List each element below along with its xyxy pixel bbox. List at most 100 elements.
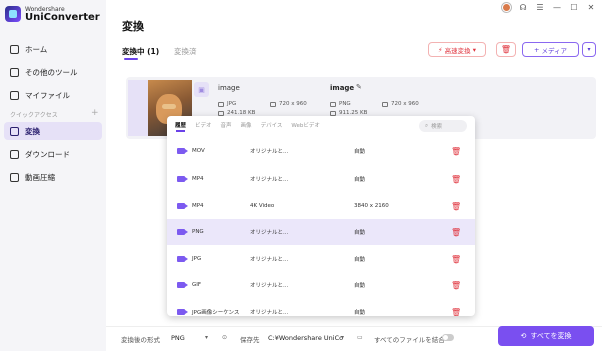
resolution-icon <box>270 101 276 107</box>
convert-all-button[interactable]: ⟲ すべてを変換 <box>498 326 594 346</box>
headset-icon[interactable]: ☊ <box>518 2 528 12</box>
tab-audio[interactable]: 音声 <box>221 121 232 129</box>
input-resolution: 720 x 960 <box>279 101 307 107</box>
format-name: MOV <box>192 148 205 154</box>
search-placeholder: 検索 <box>431 124 443 130</box>
page-title: 変換 <box>122 20 144 33</box>
sidebar: Wondershare UniConverter ホーム その他のツール マイフ… <box>0 0 106 351</box>
merge-files-label: すべてのファイルを結合 <box>374 336 445 344</box>
download-icon <box>10 149 19 159</box>
format-icon <box>330 101 336 107</box>
add-quick-access-icon[interactable]: + <box>91 108 99 118</box>
high-speed-label: 高速変換 <box>444 46 471 55</box>
trash-icon[interactable]: 🗑 <box>451 308 461 317</box>
format-quality: オリジナルと... <box>250 177 289 183</box>
format-row[interactable]: MOV オリジナルと... 自動 🗑 <box>167 138 475 164</box>
trash-icon[interactable]: 🗑 <box>451 202 461 211</box>
format-tabs: 履歴 ビデオ 音声 画像 デバイス Webビデオ <box>175 121 320 129</box>
search-icon: ⌕ <box>425 122 429 129</box>
format-icon <box>218 101 224 107</box>
output-resolution: 720 x 960 <box>391 101 419 107</box>
brand-main: UniConverter <box>25 12 100 23</box>
sidebar-item-myfiles[interactable]: マイファイル <box>4 86 102 104</box>
tab-history[interactable]: 履歴 <box>175 121 186 129</box>
size-icon <box>330 110 336 116</box>
format-name: MP4 <box>192 176 204 182</box>
format-name: GIF <box>192 282 202 288</box>
trash-icon[interactable]: 🗑 <box>451 175 461 184</box>
video-format-icon <box>177 176 188 182</box>
format-row[interactable]: GIF オリジナルと... 自動 🗑 <box>167 272 475 298</box>
folder-icon <box>10 90 19 100</box>
sidebar-item-label: マイファイル <box>25 90 70 100</box>
format-quality: オリジナルと... <box>250 310 289 316</box>
input-format: JPG <box>227 101 237 107</box>
open-folder-icon[interactable]: ▭ <box>357 334 363 341</box>
tab-device[interactable]: デバイス <box>261 121 283 129</box>
chevron-down-icon[interactable]: ▾ <box>341 334 344 341</box>
format-resolution: 自動 <box>354 310 366 316</box>
format-row[interactable]: JPG画像シーケンス オリジナルと... 自動 🗑 <box>167 299 475 316</box>
format-name: JPG画像シーケンス <box>192 310 240 316</box>
convert-icon: ⟲ <box>520 332 527 340</box>
high-speed-button[interactable]: ⚡ 高速変換 ▾ <box>428 42 486 57</box>
delete-all-button[interactable]: 🗑 <box>496 42 516 57</box>
merge-files-toggle[interactable] <box>442 334 454 341</box>
lightning-icon: ⚡ <box>438 45 443 54</box>
video-format-icon <box>177 203 188 209</box>
sidebar-item-home[interactable]: ホーム <box>4 40 102 58</box>
plus-icon: + <box>533 45 540 54</box>
minimize-icon[interactable]: — <box>552 2 562 12</box>
sidebar-item-convert[interactable]: 変換 <box>4 122 102 140</box>
save-location-path[interactable]: C:¥Wondershare UniCo <box>268 334 343 342</box>
maximize-icon[interactable]: ☐ <box>569 2 579 12</box>
toolbox-icon <box>10 67 19 77</box>
sidebar-item-tools[interactable]: その他のツール <box>4 63 102 81</box>
avatar[interactable] <box>502 2 511 12</box>
tab-video[interactable]: ビデオ <box>195 121 212 129</box>
add-media-button[interactable]: + メディア <box>522 42 579 57</box>
chevron-down-icon: ▾ <box>472 45 476 54</box>
save-location-label: 保存先 <box>240 336 260 344</box>
output-format-meta: PNG <box>330 101 351 107</box>
output-file-name: image <box>330 84 355 92</box>
settings-icon[interactable]: ⊙ <box>222 334 227 341</box>
tab-image[interactable]: 画像 <box>241 121 252 129</box>
image-format-icon <box>177 309 188 315</box>
compress-icon <box>10 172 19 182</box>
format-name: JPG <box>192 256 202 262</box>
convert-icon <box>10 126 19 136</box>
add-media-dropdown[interactable]: ▾ <box>582 42 596 57</box>
chevron-down-icon[interactable]: ▾ <box>205 334 208 341</box>
sidebar-item-download[interactable]: ダウンロード <box>4 145 102 163</box>
input-format-meta: JPG <box>218 101 236 107</box>
format-row-selected[interactable]: PNG オリジナルと... 自動 🗑 <box>167 219 475 245</box>
tab-web-video[interactable]: Webビデオ <box>291 121 320 129</box>
video-format-icon <box>177 148 188 154</box>
format-search-input[interactable]: ⌕ 検索 <box>419 120 467 132</box>
menu-icon[interactable]: ☰ <box>535 2 545 12</box>
sidebar-item-label: ダウンロード <box>25 149 70 159</box>
thumbnail-bg <box>128 80 148 136</box>
close-icon[interactable]: ✕ <box>586 2 596 12</box>
app-logo-icon <box>5 6 21 22</box>
output-format-select[interactable]: PNG <box>171 334 185 342</box>
trash-icon[interactable]: 🗑 <box>451 281 461 290</box>
format-row[interactable]: MP4 オリジナルと... 自動 🗑 <box>167 166 475 192</box>
trash-icon[interactable]: 🗑 <box>451 147 461 156</box>
format-resolution: 自動 <box>354 177 366 183</box>
format-row[interactable]: MP4 4K Video 3840 x 2160 🗑 <box>167 193 475 219</box>
output-format-label: 変換後の形式 <box>121 336 160 344</box>
quick-access-label: クイックアクセス <box>10 112 58 119</box>
tab-converted[interactable]: 変換済 <box>174 46 197 57</box>
trash-icon[interactable]: 🗑 <box>451 228 461 237</box>
format-resolution: 自動 <box>354 257 366 263</box>
format-name: PNG <box>192 229 204 235</box>
format-row[interactable]: JPG オリジナルと... 自動 🗑 <box>167 246 475 272</box>
resolution-icon <box>382 101 388 107</box>
tab-converting[interactable]: 変換中 (1) <box>122 46 159 57</box>
trash-icon[interactable]: 🗑 <box>451 255 461 264</box>
edit-icon[interactable]: ✎ <box>356 83 362 91</box>
sidebar-item-compress[interactable]: 動画圧縮 <box>4 168 102 186</box>
sidebar-item-label: 動画圧縮 <box>25 172 55 182</box>
